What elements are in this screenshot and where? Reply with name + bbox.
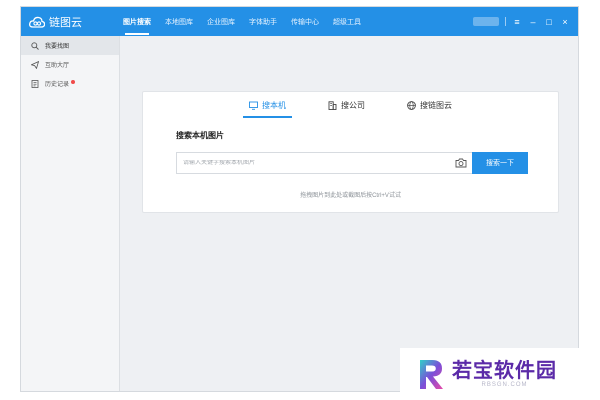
tab-search-company[interactable]: 搜公司	[322, 92, 371, 118]
menu-icon[interactable]: ≡	[512, 17, 522, 27]
building-icon	[328, 100, 337, 110]
camera-icon[interactable]	[450, 153, 472, 173]
maximize-icon[interactable]: □	[544, 17, 554, 27]
watermark-logo-icon	[420, 360, 443, 389]
watermark-title: 若宝软件园	[452, 360, 557, 382]
user-avatar[interactable]	[473, 17, 499, 26]
search-icon	[31, 41, 39, 50]
close-icon[interactable]: ×	[560, 17, 570, 27]
sidebar-item-label: 互助大厅	[45, 63, 70, 69]
nav-enterprise-gallery[interactable]: 企业图库	[200, 7, 242, 36]
app-title: 链图云	[49, 16, 82, 29]
cloud-logo-icon	[29, 16, 45, 28]
nav-transfer-center[interactable]: 传输中心	[284, 7, 326, 36]
nav-image-search[interactable]: 图片搜索	[116, 7, 158, 36]
search-button[interactable]: 搜索一下	[472, 152, 528, 174]
search-panel: 搜本机 搜公司 搜链图云 搜索本机图片 请输入关键字搜索本机图片 搜索一下 拖拽…	[142, 91, 559, 213]
tab-label: 搜链图云	[420, 100, 452, 110]
sidebar-item-history[interactable]: 历史记录	[21, 74, 119, 93]
search-tabs: 搜本机 搜公司 搜链图云	[143, 92, 558, 118]
nav-super-tools[interactable]: 超级工具	[326, 7, 368, 36]
divider	[505, 17, 506, 26]
search-row: 搜索一下	[176, 152, 528, 174]
app-window: 链图云 图片搜索 本地图库 企业图库 字体助手 传输中心 超级工具 ≡ – □ …	[20, 6, 579, 392]
nav-local-gallery[interactable]: 本地图库	[158, 7, 200, 36]
watermark-text: 若宝软件园 RBSGN.COM	[452, 360, 557, 388]
tab-label: 搜公司	[341, 100, 365, 110]
sidebar: 我要找图 互助大厅 历史记录	[21, 36, 120, 391]
window-controls: ≡ – □ ×	[473, 17, 578, 27]
section-title: 搜索本机图片	[176, 131, 224, 140]
send-icon	[31, 60, 39, 69]
drag-drop-hint: 拖拽图片到此处或截图后按Ctrl+V试试	[300, 193, 401, 199]
sidebar-item-help-hall[interactable]: 互助大厅	[21, 55, 119, 74]
tab-search-local[interactable]: 搜本机	[243, 92, 292, 118]
tab-label: 搜本机	[262, 100, 286, 110]
top-nav: 图片搜索 本地图库 企业图库 字体助手 传输中心 超级工具	[116, 7, 368, 36]
notification-badge	[71, 79, 76, 84]
watermark: 若宝软件园 RBSGN.COM	[400, 348, 600, 400]
nav-font-assistant[interactable]: 字体助手	[242, 7, 284, 36]
tab-search-cloud[interactable]: 搜链图云	[401, 92, 458, 118]
minimize-icon[interactable]: –	[528, 17, 538, 27]
title-bar: 链图云 图片搜索 本地图库 企业图库 字体助手 传输中心 超级工具 ≡ – □ …	[21, 7, 578, 36]
history-icon	[31, 79, 39, 88]
monitor-icon	[249, 101, 258, 110]
sidebar-item-label: 历史记录	[45, 82, 70, 88]
sidebar-item-find-image[interactable]: 我要找图	[21, 36, 119, 55]
search-box	[176, 152, 472, 174]
watermark-url: RBSGN.COM	[481, 382, 528, 388]
app-logo: 链图云	[21, 14, 116, 30]
sidebar-item-label: 我要找图	[45, 44, 70, 50]
globe-icon	[407, 100, 416, 110]
search-input[interactable]	[183, 160, 450, 166]
